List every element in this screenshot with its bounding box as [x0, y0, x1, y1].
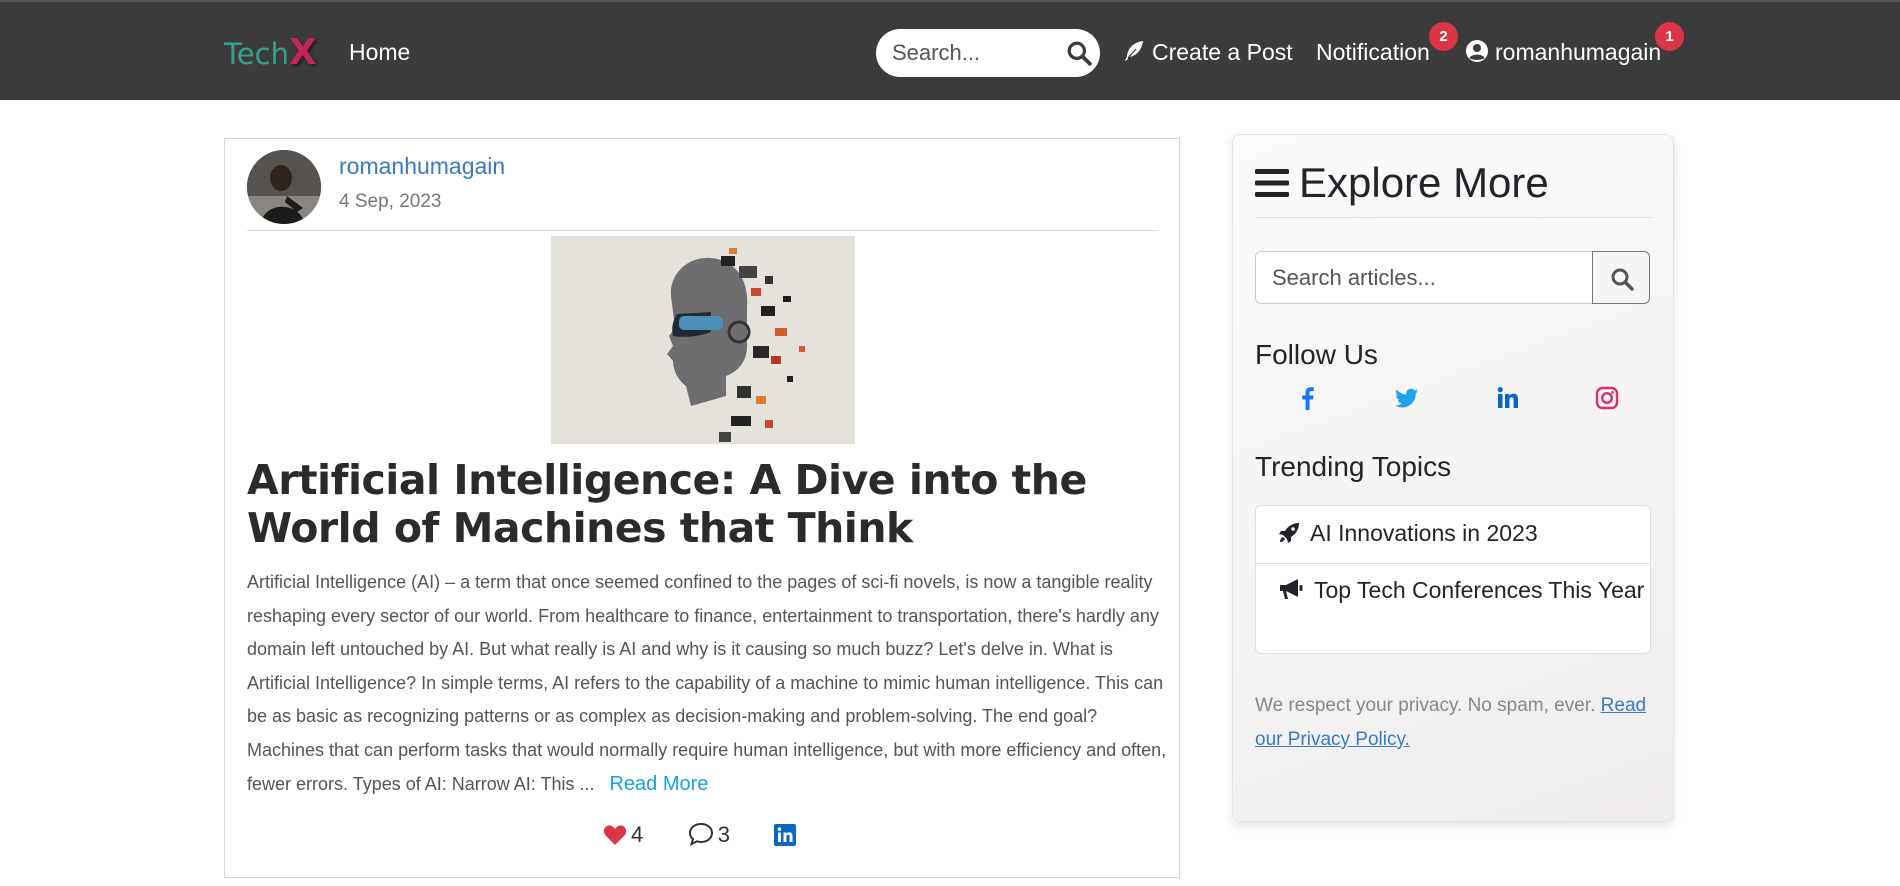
privacy-text: We respect your privacy. No spam, ever. — [1255, 695, 1596, 716]
heart-icon — [603, 825, 627, 845]
create-post-label: Create a Post — [1152, 39, 1293, 65]
sidebar-heading: Explore More — [1255, 159, 1549, 207]
post-title[interactable]: Artificial Intelligence: A Dive into the… — [247, 456, 1167, 552]
create-post-link[interactable]: Create a Post — [1122, 39, 1293, 66]
trending-list: AI Innovations in 2023 Top Tech Conferen… — [1255, 505, 1651, 654]
feather-icon — [1125, 41, 1143, 61]
username-label: romanhumagain — [1495, 39, 1662, 65]
explore-sidebar: Explore More Follow Us Trending Topics — [1232, 134, 1674, 822]
user-menu-link[interactable]: romanhumagain — [1465, 39, 1661, 66]
post-divider — [247, 230, 1159, 231]
brand-text-x: X — [288, 32, 317, 73]
notification-link[interactable]: Notification — [1316, 39, 1430, 66]
trending-item-label: AI Innovations in 2023 — [1310, 520, 1538, 546]
post-excerpt-text: Artificial Intelligence (AI) – a term th… — [247, 572, 1167, 794]
trending-item-ai-innovations[interactable]: AI Innovations in 2023 — [1256, 516, 1650, 550]
linkedin-icon — [774, 824, 797, 846]
trending-topics-heading: Trending Topics — [1255, 451, 1452, 482]
post-actions: 4 3 — [603, 822, 840, 852]
read-more-link[interactable]: Read More — [609, 773, 708, 795]
post-excerpt: Artificial Intelligence (AI) – a term th… — [247, 566, 1167, 801]
article-search-box — [1255, 251, 1631, 304]
nav-home-link[interactable]: Home — [349, 39, 410, 66]
comment-button[interactable]: 3 — [688, 822, 730, 848]
facebook-icon[interactable] — [1295, 385, 1321, 411]
instagram-icon[interactable] — [1594, 385, 1620, 411]
linkedin-share-button[interactable] — [774, 822, 800, 848]
top-navbar: TechX Home Create a Post Notification 2 … — [0, 0, 1900, 100]
user-circle-icon — [1466, 40, 1488, 62]
comment-count: 3 — [717, 822, 730, 847]
article-search-button[interactable] — [1592, 251, 1650, 304]
notification-badge: 2 — [1429, 22, 1458, 51]
like-count: 4 — [631, 822, 644, 847]
notification-label: Notification — [1316, 39, 1430, 65]
post-image[interactable] — [551, 236, 855, 444]
comment-icon — [688, 822, 713, 846]
post-card: romanhumagain 4 Sep, 2023 Artificial Int… — [224, 138, 1180, 878]
author-avatar[interactable] — [247, 150, 321, 224]
like-button[interactable]: 4 — [603, 822, 643, 848]
trending-item-label: Top Tech Conferences This Year — [1314, 577, 1645, 603]
linkedin-icon[interactable] — [1495, 385, 1521, 411]
bars-menu-icon — [1255, 169, 1289, 197]
brand-text-tech: Tech — [224, 37, 289, 71]
trending-separator — [1256, 563, 1650, 564]
rocket-icon — [1279, 523, 1299, 543]
ai-portrait-illustration — [551, 236, 855, 444]
nav-search-input[interactable] — [892, 39, 1052, 67]
megaphone-icon — [1280, 579, 1303, 599]
post-author-link[interactable]: romanhumagain — [339, 153, 505, 180]
avatar-photo — [247, 150, 321, 224]
search-icon[interactable] — [1066, 40, 1092, 66]
search-icon — [1611, 268, 1634, 291]
brand-logo[interactable]: TechX — [224, 32, 317, 73]
post-date: 4 Sep, 2023 — [339, 191, 442, 212]
follow-us-heading: Follow Us — [1255, 339, 1378, 370]
nav-search-box — [876, 29, 1100, 77]
privacy-note: We respect your privacy. No spam, ever. … — [1255, 689, 1655, 757]
user-badge: 1 — [1655, 22, 1684, 51]
twitter-icon[interactable] — [1394, 385, 1420, 411]
sidebar-title: Explore More — [1299, 159, 1549, 206]
article-search-input[interactable] — [1272, 264, 1612, 292]
sidebar-divider — [1255, 217, 1653, 218]
trending-item-tech-conferences[interactable]: Top Tech Conferences This Year — [1256, 573, 1650, 607]
